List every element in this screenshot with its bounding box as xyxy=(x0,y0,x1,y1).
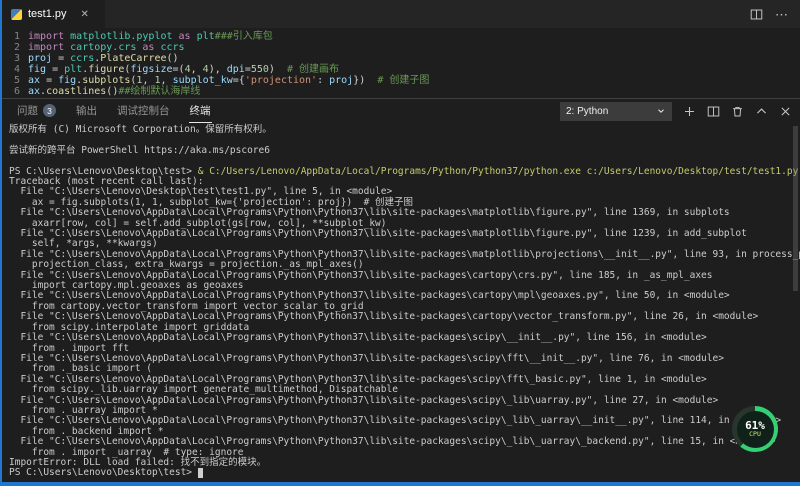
editor-gutter: 123456 xyxy=(2,31,28,98)
python-file-icon xyxy=(11,9,22,20)
maximize-panel-icon[interactable] xyxy=(755,105,768,118)
code-line[interactable]: fig = plt.figure(figsize=(4, 4), dpi=550… xyxy=(28,64,429,75)
panel-tab-label: 终端 xyxy=(190,103,211,118)
gauge-label: CPU xyxy=(749,431,761,438)
panel-tabs: 问题 3 输出 调试控制台 终端 xyxy=(16,99,212,123)
close-panel-icon[interactable] xyxy=(779,105,792,118)
terminal-picker-value: 2: Python xyxy=(566,106,608,117)
terminal-line: PS C:\Users\Lenovo\Desktop\test> xyxy=(9,468,800,478)
terminal-scrollbar[interactable] xyxy=(793,126,798,291)
code-line[interactable]: ax.coastlines()##绘制默认海岸线 xyxy=(28,86,429,97)
terminal[interactable]: 版权所有 (C) Microsoft Corporation。保留所有权利。尝试… xyxy=(2,123,800,482)
code-editor[interactable]: 123456 import matplotlib.pyplot as plt##… xyxy=(2,28,800,98)
panel-tab-output[interactable]: 输出 xyxy=(75,99,98,123)
problems-count-badge: 3 xyxy=(43,104,56,117)
tab-test1-py[interactable]: test1.py ✕ xyxy=(2,0,106,28)
line-number: 4 xyxy=(2,64,20,75)
line-number: 6 xyxy=(2,86,20,97)
code-line[interactable]: import cartopy.crs as ccrs xyxy=(28,42,429,53)
split-terminal-icon[interactable] xyxy=(707,105,720,118)
chevron-down-icon xyxy=(656,106,666,116)
panel-header: 问题 3 输出 调试控制台 终端 2: Python xyxy=(2,98,800,123)
panel-tab-terminal[interactable]: 终端 xyxy=(189,99,212,123)
vscode-window: test1.py ✕ ⋯ 123456 import matplotlib.py… xyxy=(0,0,800,486)
panel-tab-problems[interactable]: 问题 3 xyxy=(16,99,57,123)
line-number: 1 xyxy=(2,31,20,42)
new-terminal-icon[interactable] xyxy=(683,105,696,118)
more-actions-icon[interactable]: ⋯ xyxy=(775,8,788,21)
code-line[interactable]: import matplotlib.pyplot as plt###引入库包 xyxy=(28,31,429,42)
code-line[interactable]: ax = fig.subplots(1, 1, subplot_kw={'pro… xyxy=(28,75,429,86)
panel-tab-label: 问题 xyxy=(17,103,38,118)
panel-tab-label: 输出 xyxy=(76,103,97,118)
tab-close-icon[interactable]: ✕ xyxy=(81,9,89,20)
line-number: 5 xyxy=(2,75,20,86)
editor-actions: ⋯ xyxy=(750,0,800,28)
panel-actions: 2: Python xyxy=(560,102,792,121)
terminal-output[interactable]: 版权所有 (C) Microsoft Corporation。保留所有权利。尝试… xyxy=(9,125,800,479)
tab-filename: test1.py xyxy=(28,8,67,20)
panel-tab-debug-console[interactable]: 调试控制台 xyxy=(116,99,171,123)
terminal-cursor xyxy=(198,468,204,478)
line-number: 3 xyxy=(2,53,20,64)
kill-terminal-trash-icon[interactable] xyxy=(731,105,744,118)
code-line[interactable]: proj = ccrs.PlateCarree() xyxy=(28,53,429,64)
editor-tab-bar: test1.py ✕ ⋯ xyxy=(2,0,800,28)
terminal-picker[interactable]: 2: Python xyxy=(560,102,672,121)
split-editor-icon[interactable] xyxy=(750,8,763,21)
gauge-face: 61% CPU xyxy=(737,411,774,448)
editor-code[interactable]: import matplotlib.pyplot as plt###引入库包im… xyxy=(28,31,429,98)
terminal-line: 版权所有 (C) Microsoft Corporation。保留所有权利。 xyxy=(9,125,800,135)
resource-usage-gauge: 61% CPU xyxy=(732,406,778,452)
line-number: 2 xyxy=(2,42,20,53)
panel-tab-label: 调试控制台 xyxy=(117,103,170,118)
terminal-line: 尝试新的跨平台 PowerShell https://aka.ms/pscore… xyxy=(9,146,800,156)
